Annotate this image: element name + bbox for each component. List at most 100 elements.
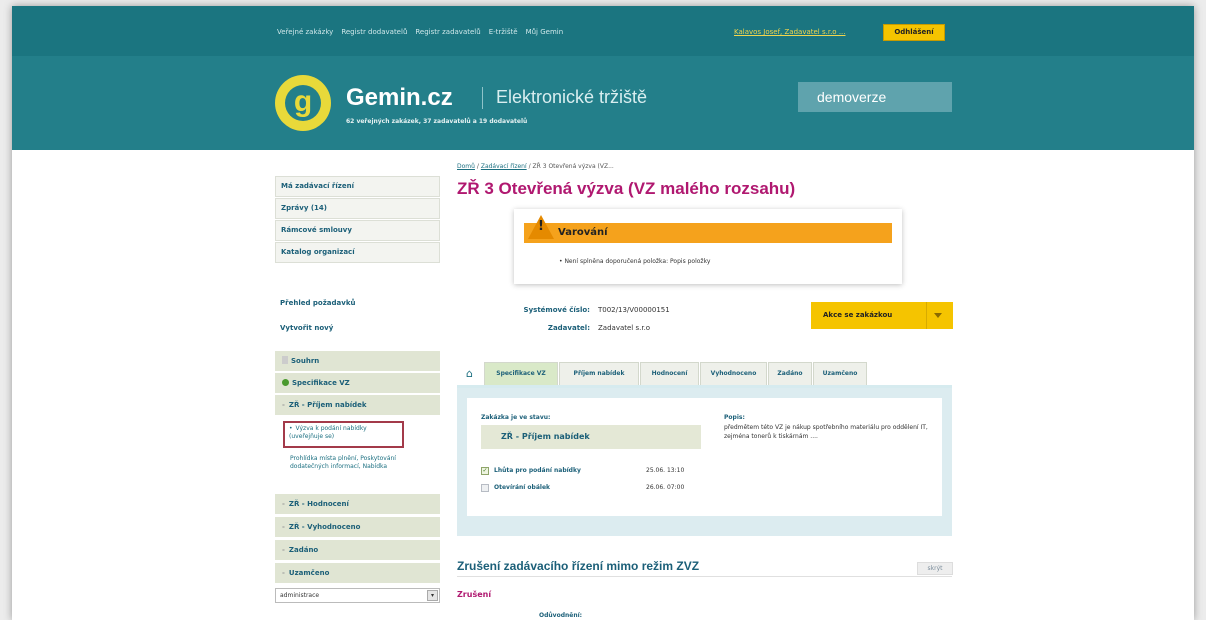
- deadline-open-date: 26.06. 07:00: [646, 484, 685, 491]
- phase-marker: -: [282, 401, 285, 409]
- tab-evaluation[interactable]: Hodnocení: [640, 362, 699, 386]
- deadline-row: ✓ Lhůta pro podání nabídky 25.06. 13:10: [481, 467, 761, 477]
- buyer-value: Zadavatel s.r.o: [598, 324, 651, 332]
- phase-evaluation-label: ZŘ - Hodnocení: [288, 500, 349, 508]
- warning-message: • Není splněna doporučená položka: Popis…: [559, 258, 711, 265]
- nav-public-contracts[interactable]: Veřejné zakázky: [277, 28, 333, 36]
- status-card: Zakázka je ve stavu: ZŘ - Příjem nabídek…: [467, 398, 942, 516]
- system-number-label: Systémové číslo:: [523, 306, 590, 314]
- nav-buyer-registry[interactable]: Registr zadavatelů: [415, 28, 480, 36]
- warning-box: ! Varování • Není splněna doporučená pol…: [514, 209, 902, 284]
- nav-e-marketplace[interactable]: E-tržiště: [489, 28, 518, 36]
- phase-summary-label: Souhrn: [291, 357, 320, 365]
- sidebar-item-messages[interactable]: Zprávy (14): [275, 198, 440, 219]
- buyer-label: Zadavatel:: [547, 324, 590, 332]
- phase-receipt-label: ZŘ - Příjem nabídek: [288, 401, 367, 409]
- logout-button[interactable]: Odhlášení: [883, 24, 945, 41]
- phase-marker: -: [282, 546, 285, 554]
- phase-evaluation[interactable]: - ZŘ - Hodnocení: [275, 494, 440, 515]
- bullet: •: [289, 425, 293, 432]
- breadcrumb-current: ZŘ 3 Otevřená výzva (VZ...: [532, 163, 614, 170]
- check-circle-icon: [282, 379, 289, 386]
- brand-divider: [482, 87, 483, 109]
- phase-marker: -: [282, 523, 285, 531]
- caret-down-icon[interactable]: [934, 313, 942, 318]
- home-icon[interactable]: ⌂: [457, 362, 482, 386]
- status-panel: Zakázka je ve stavu: ZŘ - Příjem nabídek…: [457, 388, 952, 536]
- logo-letter: g: [293, 85, 313, 118]
- tab-offer-receipt[interactable]: Příjem nabídek: [559, 362, 639, 386]
- breadcrumb-separator: /: [476, 163, 479, 170]
- chevron-down-icon[interactable]: ▾: [427, 590, 438, 601]
- tab-awarded[interactable]: Zadáno: [768, 362, 812, 386]
- phase-result[interactable]: - ZŘ - Vyhodnoceno: [275, 517, 440, 538]
- logo-inner: g: [285, 85, 321, 121]
- phase-marker: -: [282, 569, 285, 577]
- phase-specification[interactable]: Specifikace VZ: [275, 373, 440, 394]
- administration-select[interactable]: administrace ▾: [275, 588, 440, 603]
- tab-result[interactable]: Vyhodnoceno: [700, 362, 767, 386]
- deadline-open-name: Otevírání obálek: [494, 484, 551, 491]
- phase-specification-label: Specifikace VZ: [292, 379, 350, 387]
- brand-name: Gemin.cz: [346, 84, 453, 111]
- demo-badge: demoverze: [798, 82, 952, 112]
- sidebar-item-framework-contracts[interactable]: Rámcové smlouvy: [275, 220, 440, 241]
- system-number-value: T002/13/V00000151: [598, 306, 670, 314]
- sidebar-item-my-procedures[interactable]: Má zadávací řízení: [275, 176, 440, 197]
- breadcrumb-separator: /: [528, 163, 531, 170]
- sidebar-subitem-invitation[interactable]: • Výzva k podání nabídky (uveřejňuje se): [283, 421, 404, 448]
- breadcrumb-section[interactable]: Zadávací řízení: [481, 163, 527, 170]
- sidebar-link-create-new[interactable]: Vytvořit nový: [280, 324, 333, 332]
- top-navigation-bar: Veřejné zakázky Registr dodavatelů Regis…: [12, 6, 1194, 56]
- envelope-icon: [481, 484, 489, 492]
- gemin-logo-icon[interactable]: g: [275, 75, 331, 131]
- breadcrumb-home[interactable]: Domů: [457, 163, 475, 170]
- state-label: Zakázka je ve stavu:: [481, 414, 551, 421]
- section-divider: [457, 576, 952, 577]
- button-divider: [926, 302, 927, 329]
- administration-select-value: administrace: [280, 592, 320, 599]
- user-account-link[interactable]: Kalavos Josef, Zadavatel s.r.o ...: [734, 28, 846, 36]
- checkbox-checked-icon: ✓: [481, 467, 489, 475]
- phase-receipt[interactable]: - ZŘ - Příjem nabídek: [275, 395, 440, 416]
- brand-stats: 62 veřejných zakázek, 37 zadavatelů a 19…: [346, 118, 528, 125]
- hide-section-button[interactable]: skrýt: [917, 562, 953, 575]
- top-nav: Veřejné zakázky Registr dodavatelů Regis…: [277, 28, 563, 36]
- phase-closed-label: Uzamčeno: [288, 569, 330, 577]
- phase-awarded[interactable]: - Zadáno: [275, 540, 440, 561]
- warning-header: ! Varování: [524, 215, 892, 243]
- description-text: předmětem této VZ je nákup spotřebního m…: [724, 424, 928, 440]
- warning-exclamation: !: [538, 219, 544, 234]
- brand-subtitle: Elektronické tržiště: [496, 87, 648, 107]
- description-label: Popis:: [724, 414, 745, 421]
- deadline-row: Otevírání obálek 26.06. 07:00: [481, 484, 761, 494]
- contract-actions-button[interactable]: Akce se zakázkou: [811, 302, 953, 329]
- phase-result-label: ZŘ - Vyhodnoceno: [288, 523, 361, 531]
- sidebar-item-org-catalog[interactable]: Katalog organizací: [275, 242, 440, 263]
- phase-awarded-label: Zadáno: [288, 546, 319, 554]
- tab-closed[interactable]: Uzamčeno: [813, 362, 867, 386]
- warning-icon: !: [528, 215, 554, 239]
- warning-title: Varování: [558, 227, 608, 238]
- phase-marker: -: [282, 500, 285, 508]
- deadline-submit-date: 25.06. 13:10: [646, 467, 685, 474]
- document-icon: [282, 356, 288, 364]
- sidebar-subitem-invitation-label: Výzva k podání nabídky (uveřejňuje se): [289, 425, 367, 440]
- reason-label: Odůvodnění:: [539, 612, 583, 619]
- cancel-subtitle: Zrušení: [457, 590, 492, 599]
- tab-specification[interactable]: Specifikace VZ: [484, 362, 558, 386]
- phase-summary[interactable]: Souhrn: [275, 351, 440, 372]
- sidebar: Má zadávací řízení Zprávy (14) Rámcové s…: [275, 176, 440, 603]
- sidebar-subitem-inspection[interactable]: Prohlídka místa plnění, Poskytování doda…: [290, 455, 420, 471]
- contract-actions-label: Akce se zakázkou: [823, 311, 893, 319]
- nav-my-gemin[interactable]: Můj Gemin: [526, 28, 564, 36]
- page-title: ZŘ 3 Otevřená výzva (VZ malého rozsahu): [457, 179, 796, 198]
- phase-closed[interactable]: - Uzamčeno: [275, 563, 440, 584]
- state-value: ZŘ - Příjem nabídek: [481, 425, 701, 449]
- nav-supplier-registry[interactable]: Registr dodavatelů: [341, 28, 407, 36]
- deadline-submit-name: Lhůta pro podání nabídky: [494, 467, 581, 474]
- breadcrumb: Domů / Zadávací řízení / ZŘ 3 Otevřená v…: [457, 163, 614, 170]
- cancel-section-title: Zrušení zadávacího řízení mimo režim ZVZ: [457, 559, 700, 573]
- site-header: g Gemin.cz Elektronické tržiště 62 veřej…: [12, 56, 1194, 150]
- sidebar-link-requests-overview[interactable]: Přehled požadavků: [280, 299, 355, 307]
